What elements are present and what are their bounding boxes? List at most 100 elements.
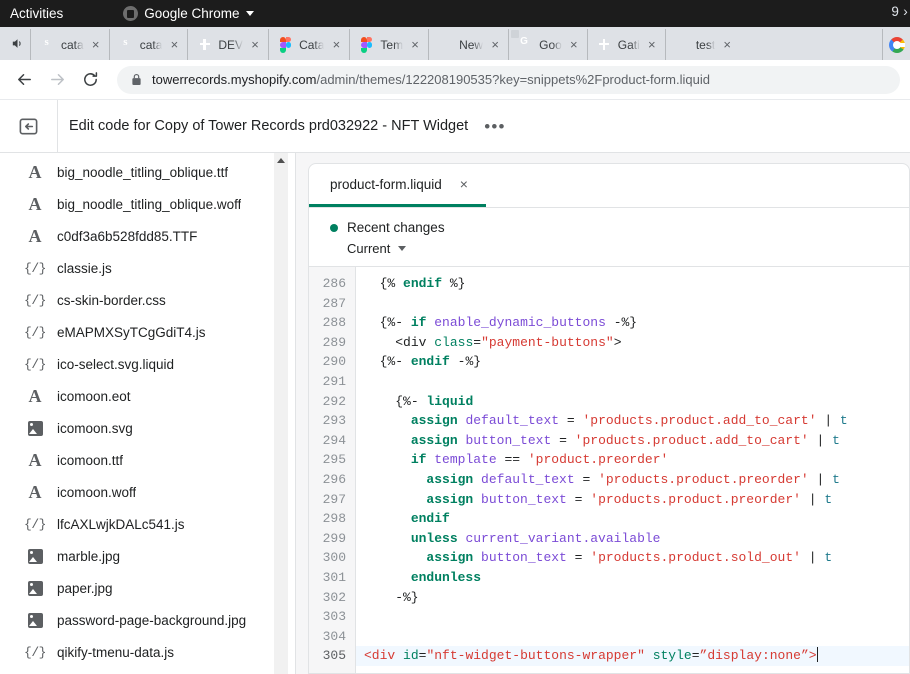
code-line[interactable]: {% endif %} <box>364 274 909 294</box>
sidebar-divider <box>295 153 296 674</box>
code-line[interactable]: endunless <box>364 568 909 588</box>
file-name: qikify-tmenu-data.js <box>57 645 174 660</box>
file-list-item[interactable]: {/}lfcAXLwjkDALc541.js <box>0 508 296 540</box>
code-line[interactable]: assign default_text = 'products.product.… <box>364 411 909 431</box>
browser-tab[interactable]: cata× <box>109 29 188 60</box>
google-translate-icon <box>518 37 534 53</box>
code-token: assign <box>411 413 458 428</box>
file-list-item[interactable]: Aicomoon.eot <box>0 380 296 412</box>
collapse-sidebar-button[interactable] <box>0 100 58 153</box>
file-name: lfcAXLwjkDALc541.js <box>57 517 185 532</box>
mute-tab-icon[interactable] <box>4 27 30 60</box>
code-token <box>364 511 411 526</box>
browser-tab[interactable]: DEV× <box>187 29 268 60</box>
close-icon[interactable]: × <box>488 38 502 52</box>
code-token <box>473 492 481 507</box>
close-icon[interactable]: × <box>460 177 468 191</box>
google-sheets-icon <box>597 37 613 53</box>
editor-tab-product-form[interactable]: product-form.liquid × <box>309 164 486 207</box>
code-token <box>364 550 426 565</box>
file-list-item[interactable]: password-page-background.jpg <box>0 604 296 636</box>
browser-tab[interactable]: Gati× <box>587 29 665 60</box>
line-number: 294 <box>309 431 346 451</box>
code-token <box>473 472 481 487</box>
close-icon[interactable]: × <box>408 38 422 52</box>
reload-button[interactable] <box>76 66 104 94</box>
back-button[interactable] <box>10 66 38 94</box>
close-icon[interactable]: × <box>167 38 181 52</box>
file-list-item[interactable]: marble.jpg <box>0 540 296 572</box>
recent-changes-bar: Recent changes Current <box>309 208 909 267</box>
file-list-item[interactable]: Abig_noodle_titling_oblique.ttf <box>0 156 296 188</box>
code-editor[interactable]: 2862872882892902912922932942952962972982… <box>309 267 909 673</box>
code-token <box>364 433 411 448</box>
version-select[interactable]: Current <box>347 241 909 256</box>
file-name: password-page-background.jpg <box>57 613 246 628</box>
file-list-item[interactable]: paper.jpg <box>0 572 296 604</box>
file-name: classie.js <box>57 261 112 276</box>
code-line[interactable]: assign default_text = 'products.product.… <box>364 470 909 490</box>
code-token: {% <box>380 276 403 291</box>
file-list-item[interactable]: {/}eMAPMXSyTCgGdiT4.js <box>0 316 296 348</box>
editor-card: product-form.liquid × Recent changes Cur… <box>308 163 910 674</box>
code-line[interactable]: if template == 'product.preorder' <box>364 450 909 470</box>
code-token: template <box>434 452 496 467</box>
code-line[interactable]: assign button_text = 'products.product.s… <box>364 548 909 568</box>
code-line[interactable]: assign button_text = 'products.product.p… <box>364 490 909 510</box>
browser-tab[interactable]: Cata× <box>268 29 349 60</box>
close-icon[interactable]: × <box>248 38 262 52</box>
file-list-item[interactable]: Aicomoon.woff <box>0 476 296 508</box>
code-line[interactable] <box>364 372 909 392</box>
file-list-item[interactable]: {/}classie.js <box>0 252 296 284</box>
chevron-down-icon <box>246 11 254 16</box>
code-token: ”display:none” <box>700 648 809 663</box>
browser-tab[interactable]: Tem× <box>349 29 428 60</box>
close-icon[interactable]: × <box>720 38 734 52</box>
code-token <box>364 315 380 330</box>
app-menu-label: Google Chrome <box>144 6 239 21</box>
file-list-item[interactable]: Aicomoon.ttf <box>0 444 296 476</box>
url-path: /admin/themes/122208190535?key=snippets%… <box>316 72 710 87</box>
code-line[interactable]: <div class="payment-buttons"> <box>364 333 909 353</box>
file-list-item[interactable]: icomoon.svg <box>0 412 296 444</box>
file-list-item[interactable]: {/}qikify-tmenu-data.js <box>0 636 296 668</box>
code-line[interactable]: -%} <box>364 588 909 608</box>
close-icon[interactable]: × <box>329 38 343 52</box>
more-actions-button[interactable]: ••• <box>484 118 505 135</box>
browser-tab[interactable]: Goo× <box>508 29 587 60</box>
close-icon[interactable]: × <box>567 38 581 52</box>
code-line[interactable]: assign button_text = 'products.product.a… <box>364 431 909 451</box>
file-list-item[interactable]: Abig_noodle_titling_oblique.woff <box>0 188 296 220</box>
code-line[interactable]: {%- if enable_dynamic_buttons -%} <box>364 313 909 333</box>
browser-tab[interactable]: cata× <box>30 29 109 60</box>
code-line[interactable] <box>364 294 909 314</box>
code-line[interactable]: {%- liquid <box>364 392 909 412</box>
line-number: 287 <box>309 294 346 314</box>
file-list-item[interactable]: {/}ico-select.svg.liquid <box>0 348 296 380</box>
code-token: | <box>801 492 824 507</box>
sidebar-scrollbar[interactable] <box>274 153 288 674</box>
line-number: 304 <box>309 627 346 647</box>
scroll-up-arrow-icon[interactable] <box>274 153 288 167</box>
browser-tab-google[interactable] <box>882 29 910 60</box>
browser-tab[interactable]: New× <box>428 29 508 60</box>
code-line[interactable]: endif <box>364 509 909 529</box>
close-icon[interactable]: × <box>645 38 659 52</box>
activities-button[interactable]: Activities <box>10 6 63 21</box>
system-clock[interactable]: 9 › <box>891 4 908 19</box>
code-content[interactable]: {% endif %} {%- if enable_dynamic_button… <box>356 267 909 673</box>
line-number: 305 <box>309 646 346 666</box>
app-menu-chrome[interactable]: Google Chrome <box>123 6 253 21</box>
file-list-item[interactable]: {/}cs-skin-border.css <box>0 284 296 316</box>
code-line[interactable]: {%- endif -%} <box>364 352 909 372</box>
close-icon[interactable]: × <box>89 38 103 52</box>
code-line[interactable] <box>364 627 909 647</box>
browser-tab[interactable]: test× <box>665 29 740 60</box>
code-line[interactable] <box>364 607 909 627</box>
file-list-item[interactable]: Ac0df3a6b528fdd85.TTF <box>0 220 296 252</box>
address-bar[interactable]: towerrecords.myshopify.com/admin/themes/… <box>117 66 900 94</box>
code-token: endif <box>411 511 450 526</box>
line-number: 286 <box>309 274 346 294</box>
code-line[interactable]: <div id="nft-widget-buttons-wrapper" sty… <box>356 646 909 666</box>
code-line[interactable]: unless current_variant.available <box>364 529 909 549</box>
